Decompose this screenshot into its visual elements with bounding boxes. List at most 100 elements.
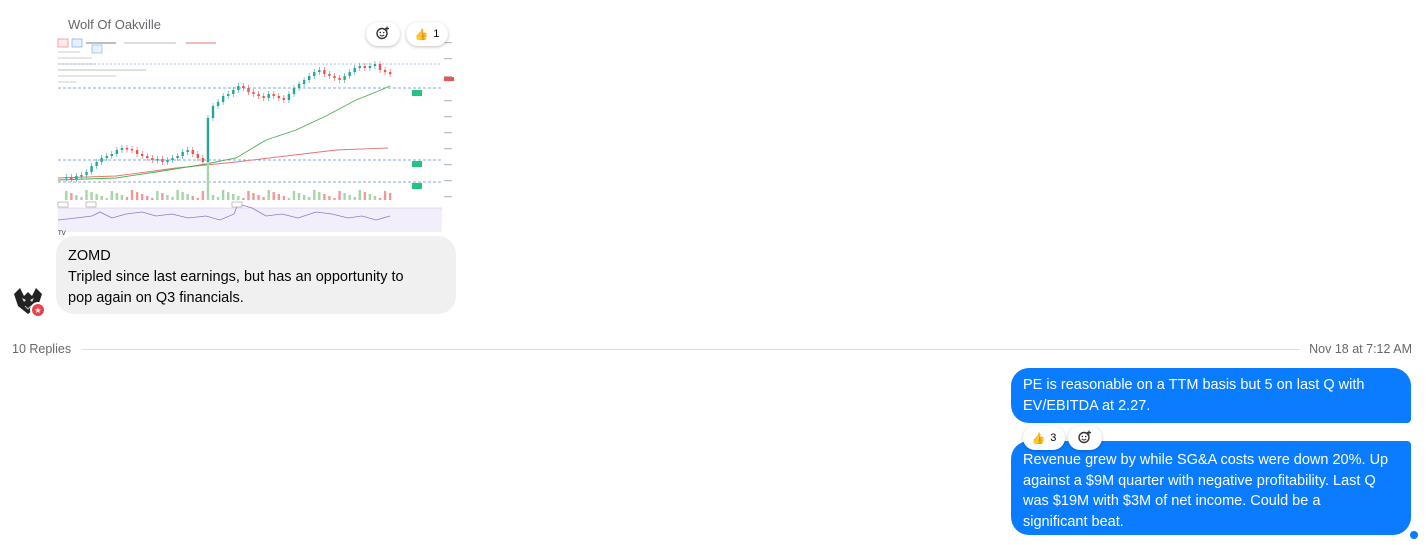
volume-bar [313,190,316,200]
candle-body [247,88,250,92]
volume-bar [227,192,230,200]
candle-body [348,72,351,76]
volume-bar [161,193,164,200]
volume-bar [105,198,108,200]
candle-body [292,88,296,94]
volume-bar [171,197,174,200]
volume-bar [287,198,291,200]
message-line: significant beat. [1023,513,1124,530]
incoming-message-bubble[interactable]: ZOMD Tripled since last earnings, but ha… [56,236,456,314]
volume-bar [297,193,301,200]
volume-bar [267,190,270,200]
candle-body [358,66,361,68]
candle-body [206,118,210,162]
thumbs-up-reaction[interactable]: 👍 3 [1023,426,1065,450]
candle-body [272,94,275,96]
volume-bar [211,195,215,200]
sender-name[interactable]: Wolf Of Oakville [68,17,161,32]
volume-bar [80,197,83,200]
message-line: against a $9M quarter with negative prof… [1023,472,1376,489]
candle-body [318,70,321,72]
candle-body [257,94,260,96]
candle-body [211,106,215,118]
candle-body [201,158,205,162]
volume-bar [151,198,154,200]
volume-bar [338,191,341,200]
candle-body [171,158,174,160]
candle-body [146,156,149,158]
candle-body [313,72,316,76]
candle-body [302,80,306,84]
replies-count-link[interactable]: 10 Replies [12,342,71,356]
outgoing-message-bubble[interactable]: Revenue grew by while SG&A costs were do… [1011,441,1411,535]
candle-body [151,158,154,160]
volume-bar [323,194,326,200]
svg-text:TV: TV [57,230,67,236]
volume-bar [135,192,139,200]
candle-body [252,92,255,94]
candle-body [262,96,265,98]
outgoing-message-bubble[interactable]: PE is reasonable on a TTM basis but 5 on… [1011,368,1411,423]
candle-body [181,152,184,156]
volume-bar [65,191,68,200]
thumbs-up-reaction[interactable]: 👍 1 [406,22,448,46]
candle-body [343,76,346,80]
message-line: PE is reasonable on a TTM basis but 5 on… [1023,377,1365,393]
candle-body [242,86,245,88]
volume-bar [216,197,220,200]
candle-body [353,68,356,72]
candle-body [287,94,291,100]
volume-bar [257,195,260,200]
volume-bar [358,190,361,200]
add-reaction-button[interactable] [1068,426,1102,450]
candle-body [277,96,281,98]
candle-body [85,172,88,175]
volume-bar [232,194,235,200]
divider-line [82,349,1300,350]
candle-body [388,72,392,74]
volume-bar [191,196,194,200]
volume-bar [90,192,93,200]
candle-body [338,78,341,80]
volume-bar [110,191,114,200]
volume-bar [242,198,245,200]
candle-body [125,148,129,150]
volume-bar [70,193,73,200]
candle-body [176,156,179,158]
chart-image-attachment[interactable]: TV [56,36,456,236]
candle-body [267,94,270,98]
candle-body [227,94,230,96]
candle-body [130,149,134,151]
volume-bar [368,194,372,200]
seen-indicator [1410,531,1418,539]
volume-bar [383,191,387,200]
volume-bar [333,198,336,200]
candle-body [307,76,311,80]
message-line: was $19M with $3M of net income. Could b… [1023,493,1321,509]
volume-bar [125,197,129,200]
message-line: Tripled since last earnings, but has an … [68,269,404,285]
candle-body [237,86,240,90]
volume-bar [181,192,184,200]
volume-bar [100,196,103,200]
candle-body [65,177,68,179]
candle-body [297,84,301,88]
volume-bar [378,198,382,200]
candle-body [328,74,331,76]
candle-body [80,175,83,177]
candle-body [216,102,220,106]
volume-bar [221,190,225,200]
message-line: pop again on Q3 financials. [68,290,244,306]
candle-body [323,70,326,74]
volume-bar [140,194,144,200]
volume-bar [166,195,169,200]
volume-bar [328,196,331,200]
volume-bar [292,191,296,200]
candle-body [120,148,124,150]
volume-bar [176,190,179,200]
add-reaction-button[interactable] [366,22,400,46]
volume-bar [156,191,159,200]
volume-bar [282,196,286,200]
candle-body [115,150,119,154]
candle-body [70,177,73,179]
